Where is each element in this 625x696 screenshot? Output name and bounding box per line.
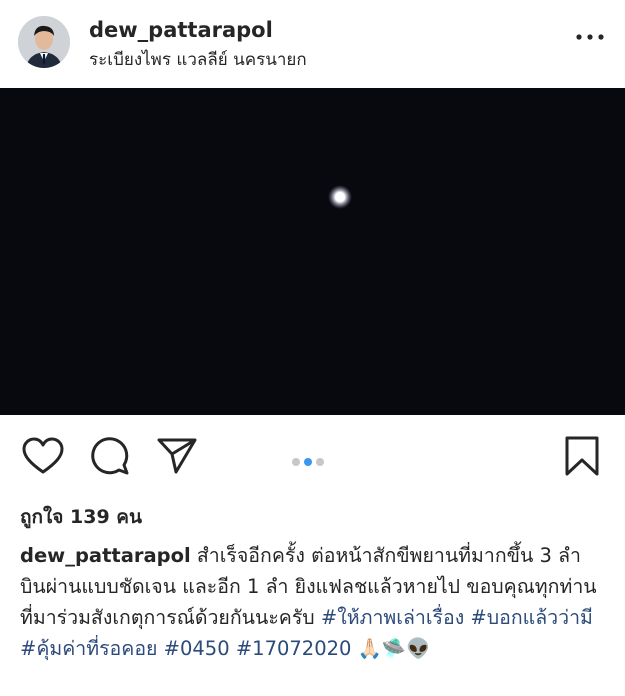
post-caption: dew_pattarapol สำเร็จอีกครั้ง ต่อหน้าสัก… [20,540,610,664]
hashtag[interactable]: #17072020 [236,637,352,660]
hashtag[interactable]: #คุ้มค่าที่รอคอย [20,637,157,660]
comment-icon[interactable] [90,436,130,476]
avatar-image [18,16,70,68]
night-sky-image [0,88,625,415]
carousel-indicator [290,451,326,466]
carousel-dot [292,458,300,466]
avatar[interactable] [18,16,70,68]
share-send-icon[interactable] [156,437,198,475]
post-photo[interactable] [0,88,625,415]
caption-username[interactable]: dew_pattarapol [20,544,191,567]
save-bookmark-icon[interactable] [564,435,600,477]
post-location[interactable]: ระเบียงไพร แวลลีย์ นครนายก [89,46,307,73]
post-header: dew_pattarapol ระเบียงไพร แวลลีย์ นครนาย… [0,0,625,88]
more-options-icon[interactable] [575,32,605,42]
carousel-dot [316,458,324,466]
hashtag[interactable]: #0450 [164,637,230,660]
likes-count[interactable]: ถูกใจ 139 คน [20,502,142,532]
post-username[interactable]: dew_pattarapol [89,18,273,42]
like-heart-icon[interactable] [22,437,64,475]
carousel-dot [304,458,312,466]
hashtag[interactable]: #บอกแล้วว่ามี [470,606,592,629]
caption-emoji: 🙏🏻🛸👽 [357,637,431,660]
hashtag[interactable]: #ให้ภาพเล่าเรื่อง [321,606,464,629]
action-bar [0,415,625,495]
